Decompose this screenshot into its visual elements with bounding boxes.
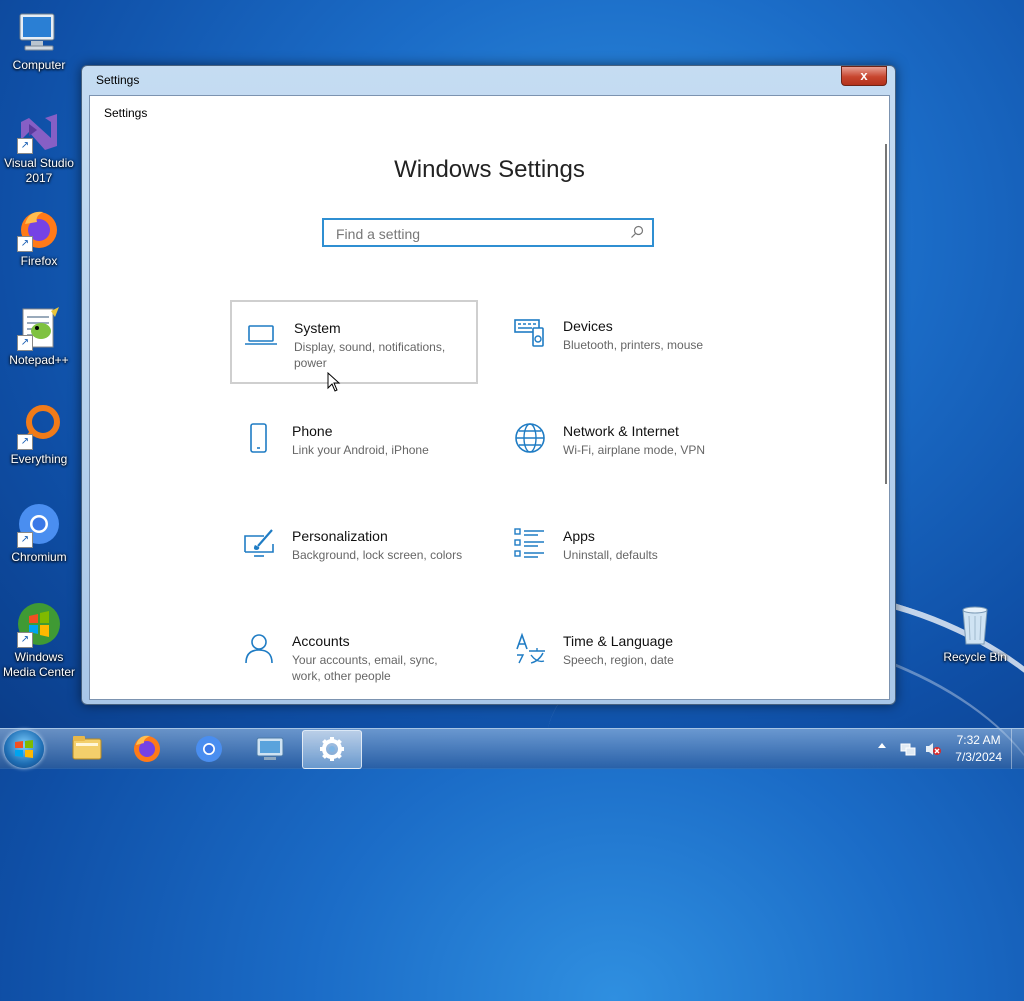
window-close-button[interactable]: x bbox=[841, 66, 887, 86]
category-title: Accounts bbox=[292, 633, 350, 649]
laptop-icon bbox=[244, 318, 278, 352]
shortcut-arrow-icon: ↗ bbox=[17, 632, 33, 648]
chromium-icon: ↗ bbox=[15, 500, 63, 548]
taskbar-file-explorer[interactable] bbox=[58, 730, 116, 767]
clock-date: 7/3/2024 bbox=[955, 750, 1002, 764]
taskbar-settings[interactable] bbox=[302, 730, 362, 769]
remote-desktop-icon bbox=[256, 737, 284, 760]
category-description: Background, lock screen, colors bbox=[292, 548, 463, 562]
firefox-icon: ↗ bbox=[15, 204, 63, 252]
settings-client-area: Settings Windows Settings System Display… bbox=[89, 95, 890, 700]
shortcut-arrow-icon: ↗ bbox=[17, 138, 33, 154]
category-title: Apps bbox=[563, 528, 595, 544]
category-title: Devices bbox=[563, 318, 613, 334]
app-title: Settings bbox=[104, 106, 148, 120]
search-icon[interactable] bbox=[630, 225, 644, 239]
settings-window: Settings x Settings Windows Settings Sys… bbox=[81, 65, 896, 705]
taskbar-firefox[interactable] bbox=[118, 730, 176, 767]
start-button[interactable] bbox=[4, 730, 44, 768]
desktop-icon-label: Firefox bbox=[20, 254, 58, 268]
category-description: Speech, region, date bbox=[563, 653, 674, 667]
file-explorer-icon bbox=[72, 736, 102, 760]
shortcut-arrow-icon: ↗ bbox=[17, 236, 33, 252]
chromium-icon bbox=[196, 736, 222, 762]
category-title: System bbox=[294, 320, 341, 336]
scrollbar[interactable] bbox=[885, 144, 887, 484]
paintbrush-icon bbox=[242, 526, 276, 560]
network-icon[interactable] bbox=[900, 741, 916, 757]
category-apps[interactable]: Apps Uninstall, defaults bbox=[501, 510, 749, 594]
desktop-icon-media-center[interactable]: ↗ Windows Media Center bbox=[0, 600, 78, 680]
category-description: Wi-Fi, airplane mode, VPN bbox=[563, 443, 706, 457]
category-description: Bluetooth, printers, mouse bbox=[563, 338, 704, 352]
desktop-icon-visual-studio[interactable]: ↗ Visual Studio 2017 bbox=[0, 106, 78, 186]
time-language-icon bbox=[513, 631, 547, 665]
desktop-icon-label: Recycle Bin bbox=[943, 650, 1007, 664]
category-devices[interactable]: Devices Bluetooth, printers, mouse bbox=[501, 300, 749, 384]
category-title: Phone bbox=[292, 423, 333, 439]
clock[interactable]: 7:32 AM 7/3/2024 bbox=[955, 732, 1002, 766]
search-input[interactable] bbox=[334, 220, 618, 247]
category-title: Time & Language bbox=[563, 633, 673, 649]
desktop-icon-computer[interactable]: Computer bbox=[0, 8, 78, 73]
window-title: Settings bbox=[96, 73, 140, 87]
computer-icon bbox=[15, 8, 63, 56]
category-phone[interactable]: Phone Link your Android, iPhone bbox=[230, 405, 478, 489]
devices-icon bbox=[513, 316, 547, 350]
desktop-icon-recycle-bin[interactable]: Recycle Bin bbox=[936, 600, 1014, 665]
desktop-icon-label: Windows Media Center bbox=[2, 650, 76, 679]
globe-icon bbox=[513, 421, 547, 455]
desktop-icon-label: Computer bbox=[12, 58, 66, 72]
category-description: Display, sound, notifications, power bbox=[294, 340, 446, 370]
category-network[interactable]: Network & Internet Wi-Fi, airplane mode,… bbox=[501, 405, 749, 489]
visual-studio-icon: ↗ bbox=[15, 106, 63, 154]
category-description: Link your Android, iPhone bbox=[292, 443, 429, 457]
desktop-icon-label: Visual Studio 2017 bbox=[4, 156, 74, 185]
shortcut-arrow-icon: ↗ bbox=[17, 335, 33, 351]
desktop-icon-chromium[interactable]: ↗ Chromium bbox=[0, 500, 78, 565]
desktop-icon-everything[interactable]: ↗ Everything bbox=[0, 402, 78, 467]
desktop-icon-label: Everything bbox=[10, 452, 68, 466]
firefox-icon bbox=[134, 735, 160, 762]
desktop-icon-notepadpp[interactable]: ↗ Notepad++ bbox=[0, 303, 78, 368]
desktop-icon-firefox[interactable]: ↗ Firefox bbox=[0, 204, 78, 269]
phone-icon bbox=[242, 421, 276, 455]
category-personalization[interactable]: Personalization Background, lock screen,… bbox=[230, 510, 478, 594]
taskbar-remote-desktop[interactable] bbox=[240, 730, 298, 767]
settings-gear-icon bbox=[320, 737, 344, 761]
category-description: Uninstall, defaults bbox=[563, 548, 658, 562]
search-box[interactable] bbox=[322, 218, 654, 247]
category-time-language[interactable]: Time & Language Speech, region, date bbox=[501, 615, 749, 699]
category-title: Personalization bbox=[292, 528, 388, 544]
category-system[interactable]: System Display, sound, notifications, po… bbox=[230, 300, 478, 384]
person-icon bbox=[242, 631, 276, 665]
volume-muted-icon[interactable] bbox=[924, 741, 942, 757]
desktop-icon-label: Chromium bbox=[11, 550, 67, 564]
shortcut-arrow-icon: ↗ bbox=[17, 532, 33, 548]
mouse-cursor-icon bbox=[327, 372, 341, 392]
category-description: Your accounts, email, sync, work, other … bbox=[292, 653, 438, 683]
recycle-bin-icon bbox=[951, 600, 999, 648]
clock-time: 7:32 AM bbox=[956, 733, 1001, 747]
apps-list-icon bbox=[513, 526, 547, 560]
notepadpp-icon: ↗ bbox=[15, 303, 63, 351]
category-accounts[interactable]: Accounts Your accounts, email, sync, wor… bbox=[230, 615, 478, 699]
tray-overflow-icon[interactable] bbox=[878, 743, 886, 748]
everything-search-icon: ↗ bbox=[15, 402, 63, 450]
category-title: Network & Internet bbox=[563, 423, 679, 439]
taskbar-chromium[interactable] bbox=[180, 730, 238, 767]
taskbar: 7:32 AM 7/3/2024 bbox=[0, 728, 1024, 769]
show-desktop-button[interactable] bbox=[1011, 729, 1024, 769]
windows-media-center-icon: ↗ bbox=[15, 600, 63, 648]
shortcut-arrow-icon: ↗ bbox=[17, 434, 33, 450]
page-title: Windows Settings bbox=[394, 156, 585, 183]
desktop-icon-label: Notepad++ bbox=[9, 353, 69, 367]
